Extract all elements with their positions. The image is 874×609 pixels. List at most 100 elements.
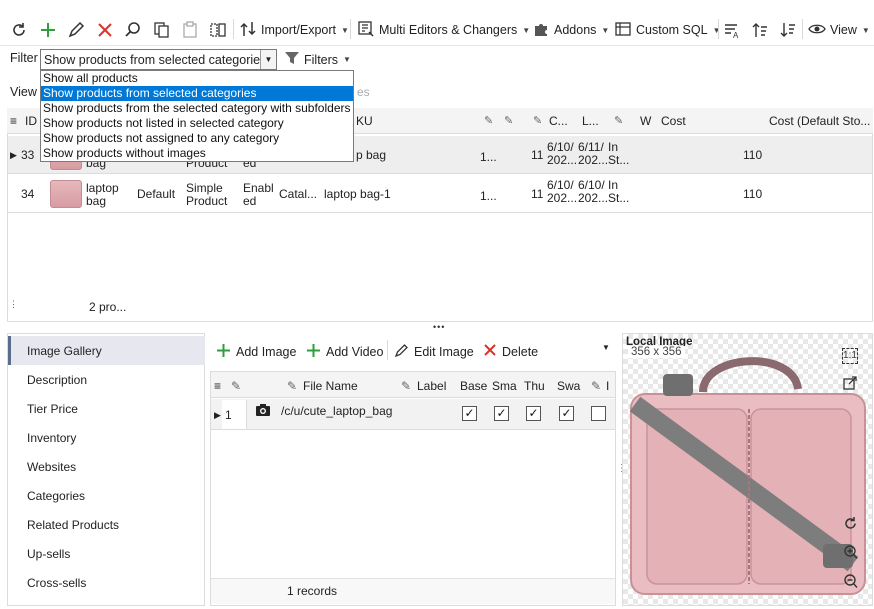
toolbar-separator bbox=[350, 19, 351, 39]
sidebar-item-websites[interactable]: Websites bbox=[8, 452, 205, 481]
sidebar-item-description[interactable]: Description bbox=[8, 365, 205, 394]
chevron-down-icon: ▼ bbox=[341, 25, 349, 35]
header-file-name[interactable]: File Name bbox=[303, 379, 358, 393]
header-i[interactable]: I bbox=[606, 379, 609, 393]
import-export-button[interactable]: Import/Export ▼ bbox=[239, 17, 349, 43]
delete-image-button[interactable]: Delete bbox=[483, 343, 538, 360]
rotate-icon[interactable] bbox=[842, 516, 858, 532]
sidebar-item-label: Categories bbox=[27, 488, 86, 503]
header-w[interactable]: W bbox=[640, 114, 651, 128]
row-sku: p bag bbox=[356, 148, 387, 162]
filter-option[interactable]: Show products not assigned to any catego… bbox=[41, 131, 353, 146]
format-text-icon[interactable]: A bbox=[723, 17, 741, 43]
zoom-in-icon[interactable] bbox=[842, 545, 858, 561]
filter-option[interactable]: Show products without images bbox=[41, 146, 353, 161]
edit-pencil-icon[interactable] bbox=[67, 17, 85, 43]
toolbar-separator bbox=[718, 19, 719, 39]
pencil-icon: ✎ bbox=[287, 379, 298, 393]
sidebar-item-cross-sells[interactable]: Cross-sells bbox=[8, 568, 205, 597]
import-export-icon bbox=[239, 20, 257, 41]
row-qty: 11 bbox=[531, 148, 544, 162]
filter-option[interactable]: Show all products bbox=[41, 71, 353, 86]
multi-editors-button[interactable]: Multi Editors & Changers ▼ bbox=[357, 17, 530, 43]
filter-option[interactable]: Show products from the selected category… bbox=[41, 101, 353, 116]
row-num: 1... bbox=[480, 189, 497, 203]
filters-button[interactable]: Filters ▼ bbox=[284, 49, 351, 70]
header-label[interactable]: Label bbox=[417, 379, 446, 393]
zoom-out-icon[interactable] bbox=[842, 574, 858, 590]
header-sku[interactable]: KU bbox=[356, 114, 373, 128]
header-cost[interactable]: Cost bbox=[661, 114, 686, 128]
addons-button[interactable]: Addons ▼ bbox=[532, 17, 609, 43]
view-row-tail: es bbox=[357, 85, 370, 99]
pencil-icon: ✎ bbox=[533, 115, 543, 127]
more-options-icon[interactable]: ▼ bbox=[602, 343, 610, 352]
header-id[interactable]: ID bbox=[25, 114, 37, 128]
sidebar-item-image-gallery[interactable]: Image Gallery bbox=[8, 336, 205, 365]
row-cost: 110 bbox=[743, 148, 763, 162]
row-updated: 6/11/ 202... bbox=[578, 140, 609, 167]
row-pointer-icon: ▶ bbox=[214, 410, 221, 420]
image-row[interactable] bbox=[211, 399, 615, 430]
thumbnail-checkbox[interactable]: ✓ bbox=[526, 406, 541, 421]
header-cost-default[interactable]: Cost (Default Sto... bbox=[769, 114, 870, 128]
camera-icon bbox=[256, 404, 270, 419]
filter-option-selected[interactable]: Show products from selected categories bbox=[41, 86, 353, 101]
edit-image-label: Edit Image bbox=[414, 345, 474, 359]
sort-up-icon[interactable] bbox=[751, 17, 769, 43]
exclude-checkbox[interactable] bbox=[591, 406, 606, 421]
header-swatch[interactable]: Swa bbox=[557, 379, 580, 393]
eye-icon bbox=[808, 20, 826, 41]
sidebar-item-tier-price[interactable]: Tier Price bbox=[8, 394, 205, 423]
view-row-label: View bbox=[10, 85, 37, 99]
actual-size-icon[interactable]: 1:1 bbox=[842, 348, 858, 364]
sort-down-icon[interactable] bbox=[779, 17, 797, 43]
toolbar-separator bbox=[802, 19, 803, 39]
image-size-label: 356 x 356 bbox=[628, 346, 685, 358]
puzzle-icon bbox=[532, 20, 550, 41]
header-updated[interactable]: L... bbox=[582, 114, 599, 128]
dropdown-arrow-icon[interactable]: ▼ bbox=[260, 50, 276, 69]
header-thumbnail[interactable]: Thu bbox=[524, 379, 545, 393]
row-pointer-icon: ▶ bbox=[10, 150, 17, 160]
local-image-preview bbox=[622, 333, 873, 606]
header-created[interactable]: C... bbox=[549, 114, 568, 128]
copy-icon[interactable] bbox=[153, 17, 171, 43]
import-export-label: Import/Export bbox=[261, 23, 337, 37]
search-icon[interactable] bbox=[124, 17, 142, 43]
custom-sql-button[interactable]: Custom SQL ▼ bbox=[614, 17, 720, 43]
sidebar-item-inventory[interactable]: Inventory bbox=[8, 423, 205, 452]
grid-menu-icon[interactable]: ≡ bbox=[214, 379, 221, 393]
product-thumbnail bbox=[50, 180, 82, 208]
base-checkbox[interactable]: ✓ bbox=[462, 406, 477, 421]
sidebar-item-label: Inventory bbox=[27, 430, 77, 445]
sidebar-item-label: Related Products bbox=[27, 517, 120, 532]
delete-icon[interactable] bbox=[96, 17, 114, 43]
header-base[interactable]: Base bbox=[460, 379, 487, 393]
add-video-label: Add Video bbox=[326, 345, 384, 359]
grid-menu-icon[interactable]: ≡ bbox=[10, 114, 17, 128]
chevron-down-icon: ▼ bbox=[343, 55, 351, 64]
view-label: View bbox=[830, 23, 857, 37]
sidebar-item-categories[interactable]: Categories bbox=[8, 481, 205, 510]
add-icon[interactable] bbox=[39, 17, 57, 43]
header-small[interactable]: Sma bbox=[492, 379, 517, 393]
swatch-checkbox[interactable]: ✓ bbox=[559, 406, 574, 421]
chevron-down-icon: ▼ bbox=[861, 25, 870, 35]
add-image-button[interactable]: Add Image bbox=[216, 343, 296, 361]
open-external-icon[interactable] bbox=[842, 376, 858, 392]
sidebar-item-up-sells[interactable]: Up-sells bbox=[8, 539, 205, 568]
edit-image-button[interactable]: Edit Image bbox=[394, 343, 474, 361]
filter-label: Filter bbox=[10, 51, 38, 65]
columns-icon[interactable] bbox=[209, 17, 227, 43]
splitter-handle[interactable]: ••• bbox=[433, 322, 445, 332]
delete-icon bbox=[483, 343, 497, 360]
refresh-icon[interactable] bbox=[10, 17, 28, 43]
small-checkbox[interactable]: ✓ bbox=[494, 406, 509, 421]
filter-option[interactable]: Show products not listed in selected cat… bbox=[41, 116, 353, 131]
filter-select[interactable]: Show products from selected categories ▼ bbox=[40, 49, 277, 70]
sidebar-item-label: Websites bbox=[27, 459, 77, 474]
view-button[interactable]: View ▼ bbox=[808, 17, 870, 43]
sidebar-item-related-products[interactable]: Related Products bbox=[8, 510, 205, 539]
add-video-button[interactable]: Add Video bbox=[306, 343, 383, 361]
